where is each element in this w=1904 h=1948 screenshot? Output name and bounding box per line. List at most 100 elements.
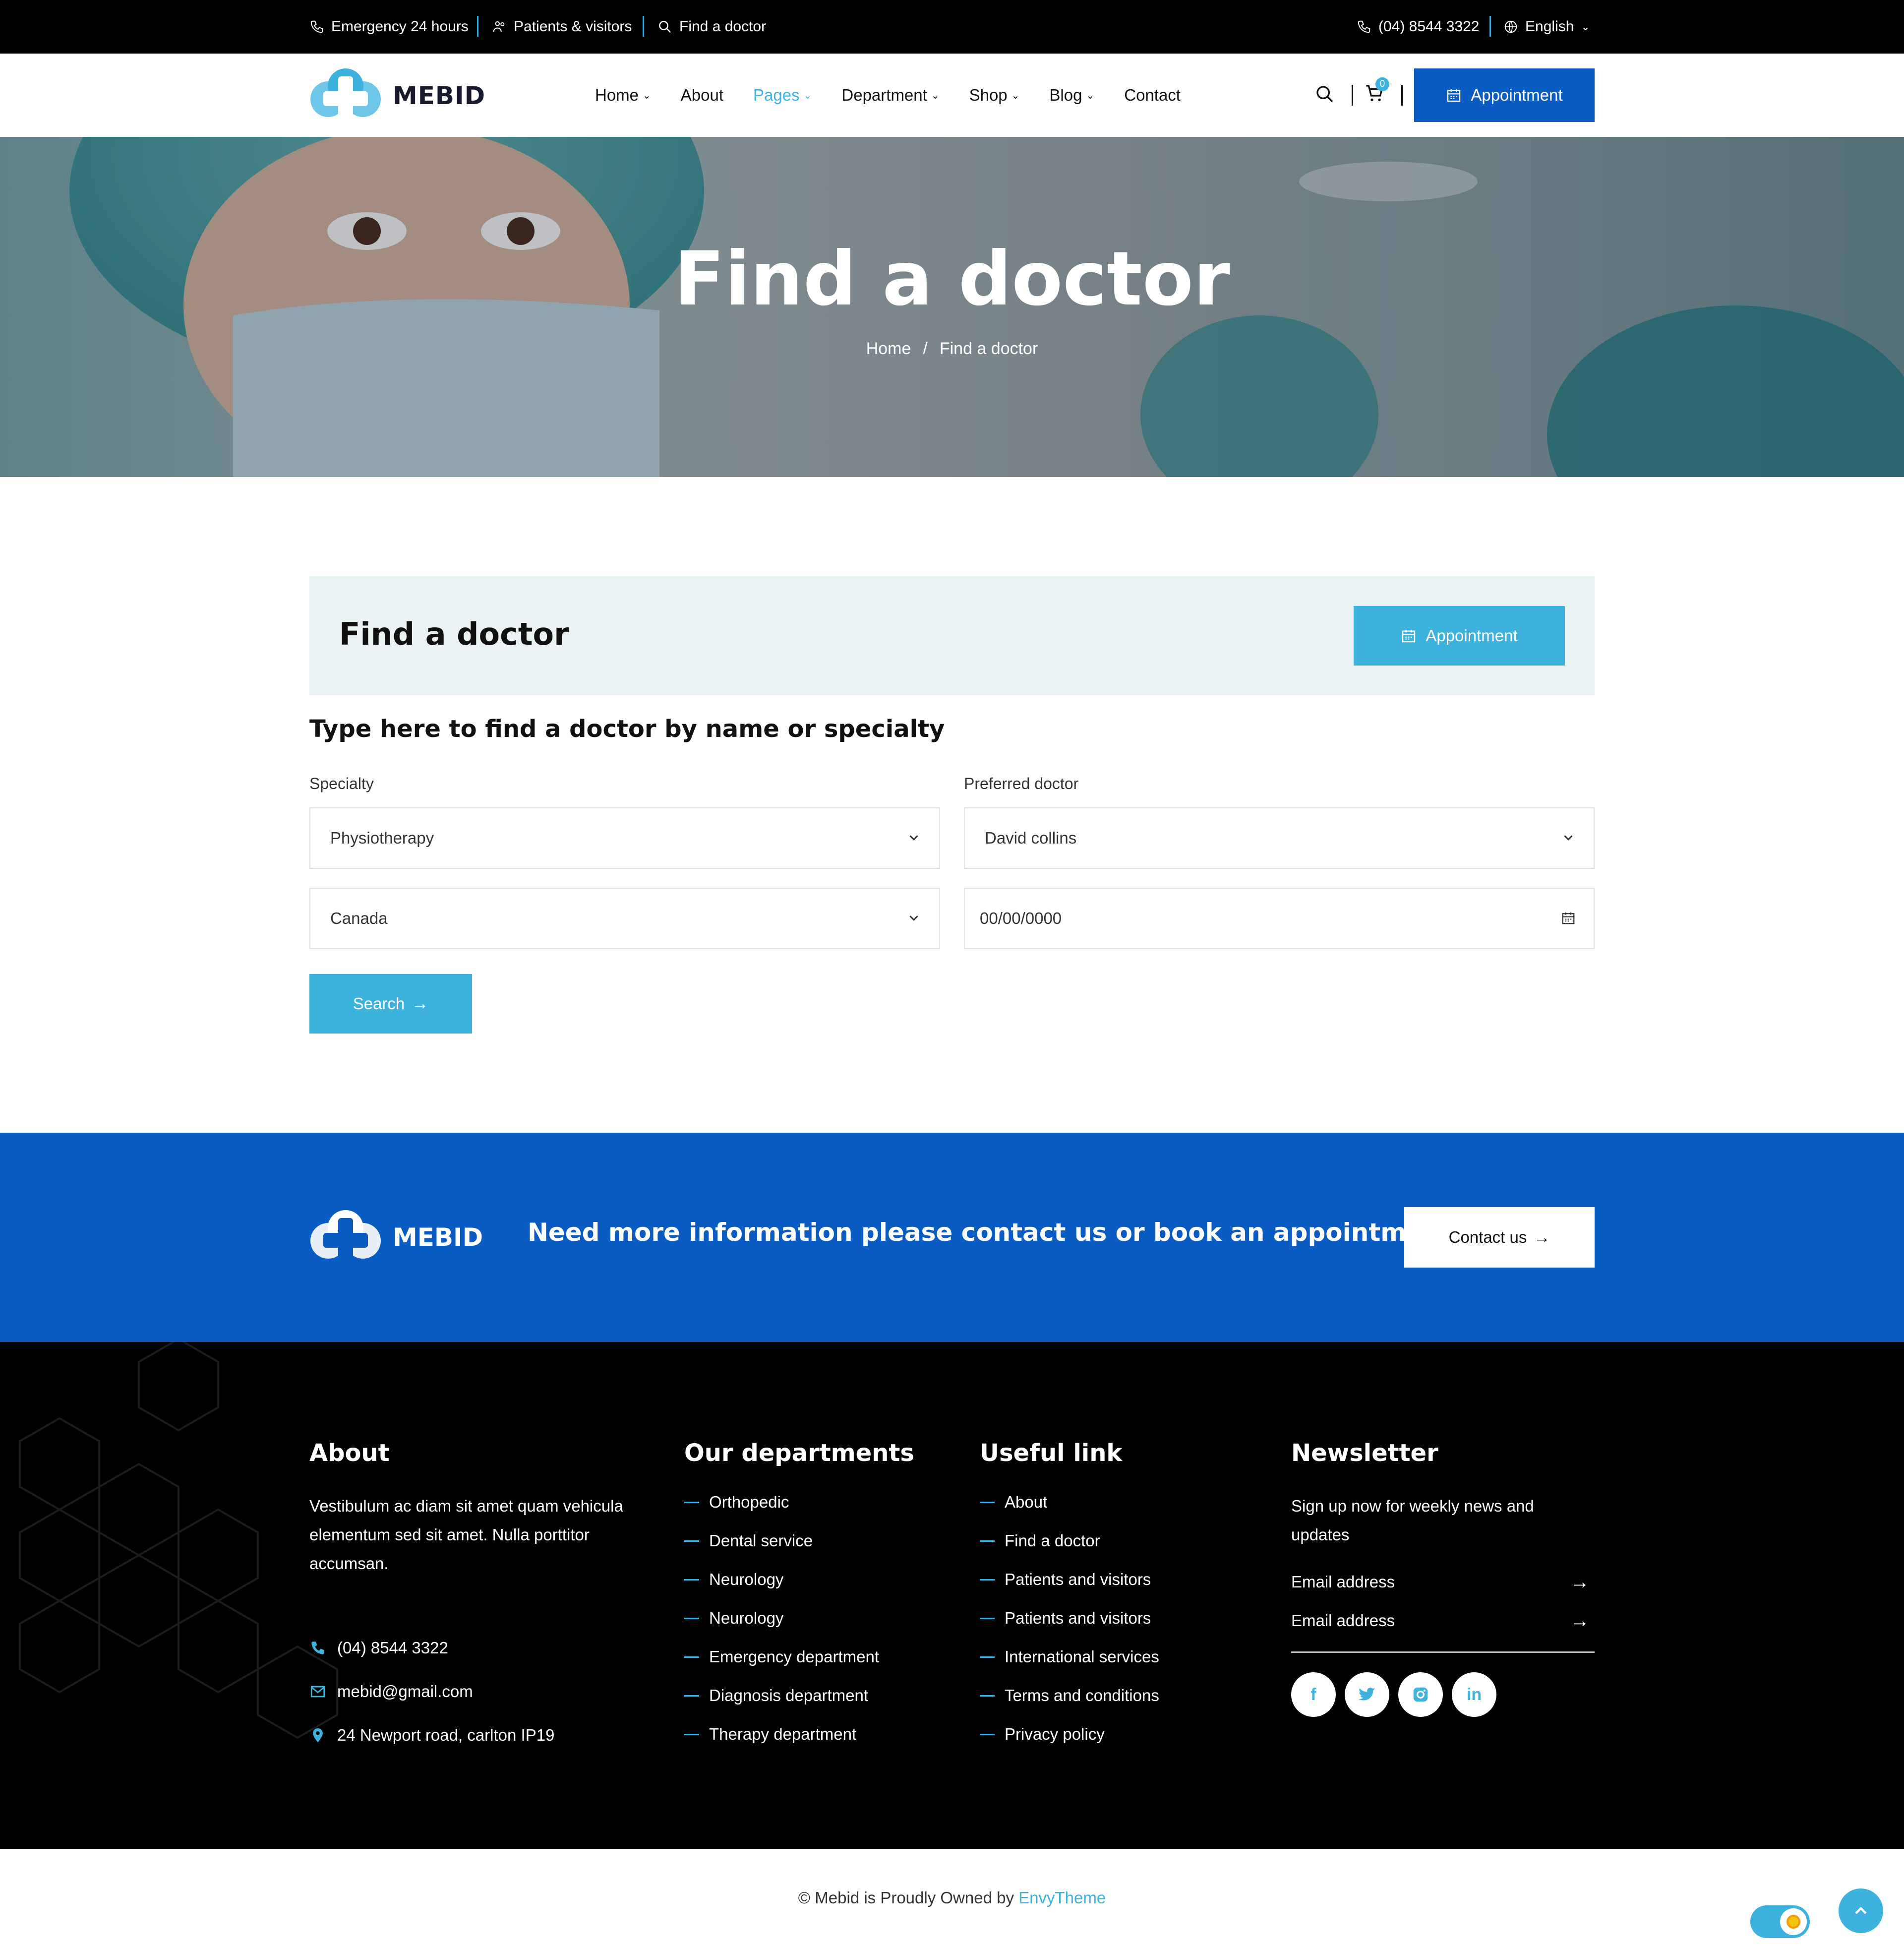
calendar-icon[interactable] [1561, 911, 1576, 925]
footer-phone[interactable]: (04) 8544 3322 [309, 1639, 448, 1657]
copyright-text: © Mebid is Proudly Owned by [798, 1888, 1014, 1907]
footer-department-link[interactable]: Therapy department [684, 1725, 856, 1744]
newsletter-email-input[interactable]: Email address → [1291, 1567, 1595, 1597]
chevron-down-icon: ⌄ [1086, 90, 1095, 101]
date-placeholder: 00/00/0000 [980, 909, 1062, 927]
footer-about-text: Vestibulum ac diam sit amet quam vehicul… [309, 1497, 623, 1573]
breadcrumb-home[interactable]: Home [866, 339, 911, 358]
nav-shop-label: Shop [969, 86, 1008, 104]
newsletter-divider [1291, 1651, 1595, 1653]
twitter-icon[interactable] [1345, 1672, 1389, 1717]
nav-department[interactable]: Department ⌄ [841, 86, 939, 105]
finder-appointment-button[interactable]: Appointment [1354, 606, 1565, 666]
footer-phone-label: (04) 8544 3322 [337, 1639, 448, 1657]
footer: About Vestibulum ac diam sit amet quam v… [0, 1342, 1904, 1849]
finder-title: Find a doctor [339, 616, 569, 652]
emergency-link[interactable]: Emergency 24 hours [309, 0, 469, 54]
phone-icon [310, 20, 323, 33]
search-button-label: Search [353, 994, 405, 1013]
mail-icon [310, 1686, 325, 1698]
footer-department-label: Emergency department [709, 1647, 880, 1666]
appointment-button[interactable]: Appointment [1414, 68, 1595, 122]
breadcrumb-separator: / [923, 339, 928, 358]
footer-department-label: Neurology [709, 1609, 784, 1627]
nav-home[interactable]: Home ⌄ [595, 86, 651, 105]
owner-link[interactable]: EnvyTheme [1018, 1888, 1106, 1907]
arrow-right-icon[interactable]: → [1570, 1571, 1590, 1593]
nav-department-label: Department [841, 86, 927, 104]
dash-icon [684, 1540, 699, 1542]
chevron-down-icon: ⌄ [931, 90, 940, 101]
calendar-icon [1402, 630, 1416, 643]
arrow-right-icon: → [1534, 1228, 1550, 1246]
medical-cross-logo-icon [310, 68, 381, 121]
cta-logo[interactable]: MEBID [309, 1210, 483, 1265]
footer-address-label: 24 Newport road, carlton IP19 [337, 1726, 555, 1744]
bottom-bar: © Mebid is Proudly Owned by EnvyTheme [0, 1849, 1904, 1948]
preferred-doctor-select[interactable]: David collins [964, 807, 1595, 869]
linkedin-icon[interactable]: in [1452, 1672, 1496, 1717]
specialty-select[interactable]: Physiotherapy [309, 807, 940, 869]
location-select[interactable]: Canada [309, 888, 940, 949]
footer-useful-link[interactable]: International services [980, 1647, 1159, 1666]
top-bar: Emergency 24 hours Patients & visitors F… [0, 0, 1904, 54]
contact-us-button[interactable]: Contact us → [1404, 1207, 1595, 1268]
newsletter-email-input[interactable]: Email address → [1291, 1606, 1595, 1636]
patients-link[interactable]: Patients & visitors [492, 0, 632, 54]
footer-useful-link[interactable]: Patients and visitors [980, 1609, 1151, 1628]
nav-shop[interactable]: Shop ⌄ [969, 86, 1020, 105]
hero-banner: Find a doctor Home / Find a doctor [0, 137, 1904, 477]
cta-band: MEBID Need more information please conta… [0, 1133, 1904, 1342]
nav-about[interactable]: About [681, 86, 723, 105]
medical-cross-logo-icon [310, 1210, 381, 1263]
language-selector[interactable]: English ⌄ [1503, 0, 1590, 54]
footer-useful-link[interactable]: Find a doctor [980, 1531, 1100, 1550]
topbar-divider [477, 16, 478, 37]
nav-contact[interactable]: Contact [1124, 86, 1181, 105]
nav-blog[interactable]: Blog ⌄ [1049, 86, 1094, 105]
footer-newsletter-text: Sign up now for weekly news and updates [1291, 1497, 1534, 1544]
appointment-date-input[interactable]: 00/00/0000 [964, 888, 1595, 949]
arrow-right-icon: → [412, 994, 429, 1013]
finder-header-box: Find a doctor Appointment [309, 576, 1595, 695]
search-icon[interactable] [1315, 84, 1335, 104]
arrow-right-icon[interactable]: → [1570, 1610, 1590, 1632]
footer-department-link[interactable]: Diagnosis department [684, 1686, 868, 1705]
chevron-down-icon: ⌄ [803, 90, 812, 101]
footer-useful-link[interactable]: About [980, 1493, 1047, 1512]
newsletter-email-placeholder: Email address [1291, 1573, 1395, 1591]
brand-name: MEBID [393, 81, 486, 110]
sun-icon [1786, 1915, 1800, 1929]
find-doctor-link[interactable]: Find a doctor [657, 0, 766, 54]
facebook-icon[interactable]: f [1291, 1672, 1336, 1717]
footer-useful-link[interactable]: Terms and conditions [980, 1686, 1159, 1705]
dash-icon [980, 1579, 995, 1581]
cart-count-badge: 0 [1375, 77, 1389, 91]
logo[interactable]: MEBID [309, 68, 485, 123]
footer-department-link[interactable]: Neurology [684, 1609, 783, 1628]
phone-icon [1358, 20, 1370, 33]
dash-icon [980, 1656, 995, 1658]
search-icon [659, 21, 671, 33]
footer-useful-link[interactable]: Patients and visitors [980, 1570, 1151, 1589]
find-doctor-label: Find a doctor [679, 18, 767, 35]
topbar-divider [1489, 16, 1491, 37]
copyright: © Mebid is Proudly Owned by EnvyTheme [0, 1888, 1904, 1907]
topbar-phone[interactable]: (04) 8544 3322 [1357, 0, 1480, 54]
footer-department-link[interactable]: Neurology [684, 1570, 783, 1589]
footer-department-link[interactable]: Emergency department [684, 1647, 879, 1666]
footer-email[interactable]: mebid@gmail.com [309, 1682, 473, 1701]
nav-pages[interactable]: Pages ⌄ [753, 86, 812, 105]
footer-useful-link[interactable]: Privacy policy [980, 1725, 1105, 1744]
footer-department-label: Diagnosis department [709, 1686, 869, 1704]
dark-mode-toggle[interactable] [1750, 1905, 1810, 1938]
instagram-icon[interactable] [1398, 1672, 1443, 1717]
topbar-divider [643, 16, 644, 37]
search-button[interactable]: Search → [309, 974, 472, 1034]
footer-address[interactable]: 24 Newport road, carlton IP19 [309, 1726, 554, 1745]
footer-department-link[interactable]: Orthopedic [684, 1493, 789, 1512]
footer-department-link[interactable]: Dental service [684, 1531, 813, 1550]
chevron-down-icon: ⌄ [1011, 90, 1020, 101]
back-to-top-button[interactable] [1839, 1888, 1883, 1933]
dash-icon [684, 1579, 699, 1581]
